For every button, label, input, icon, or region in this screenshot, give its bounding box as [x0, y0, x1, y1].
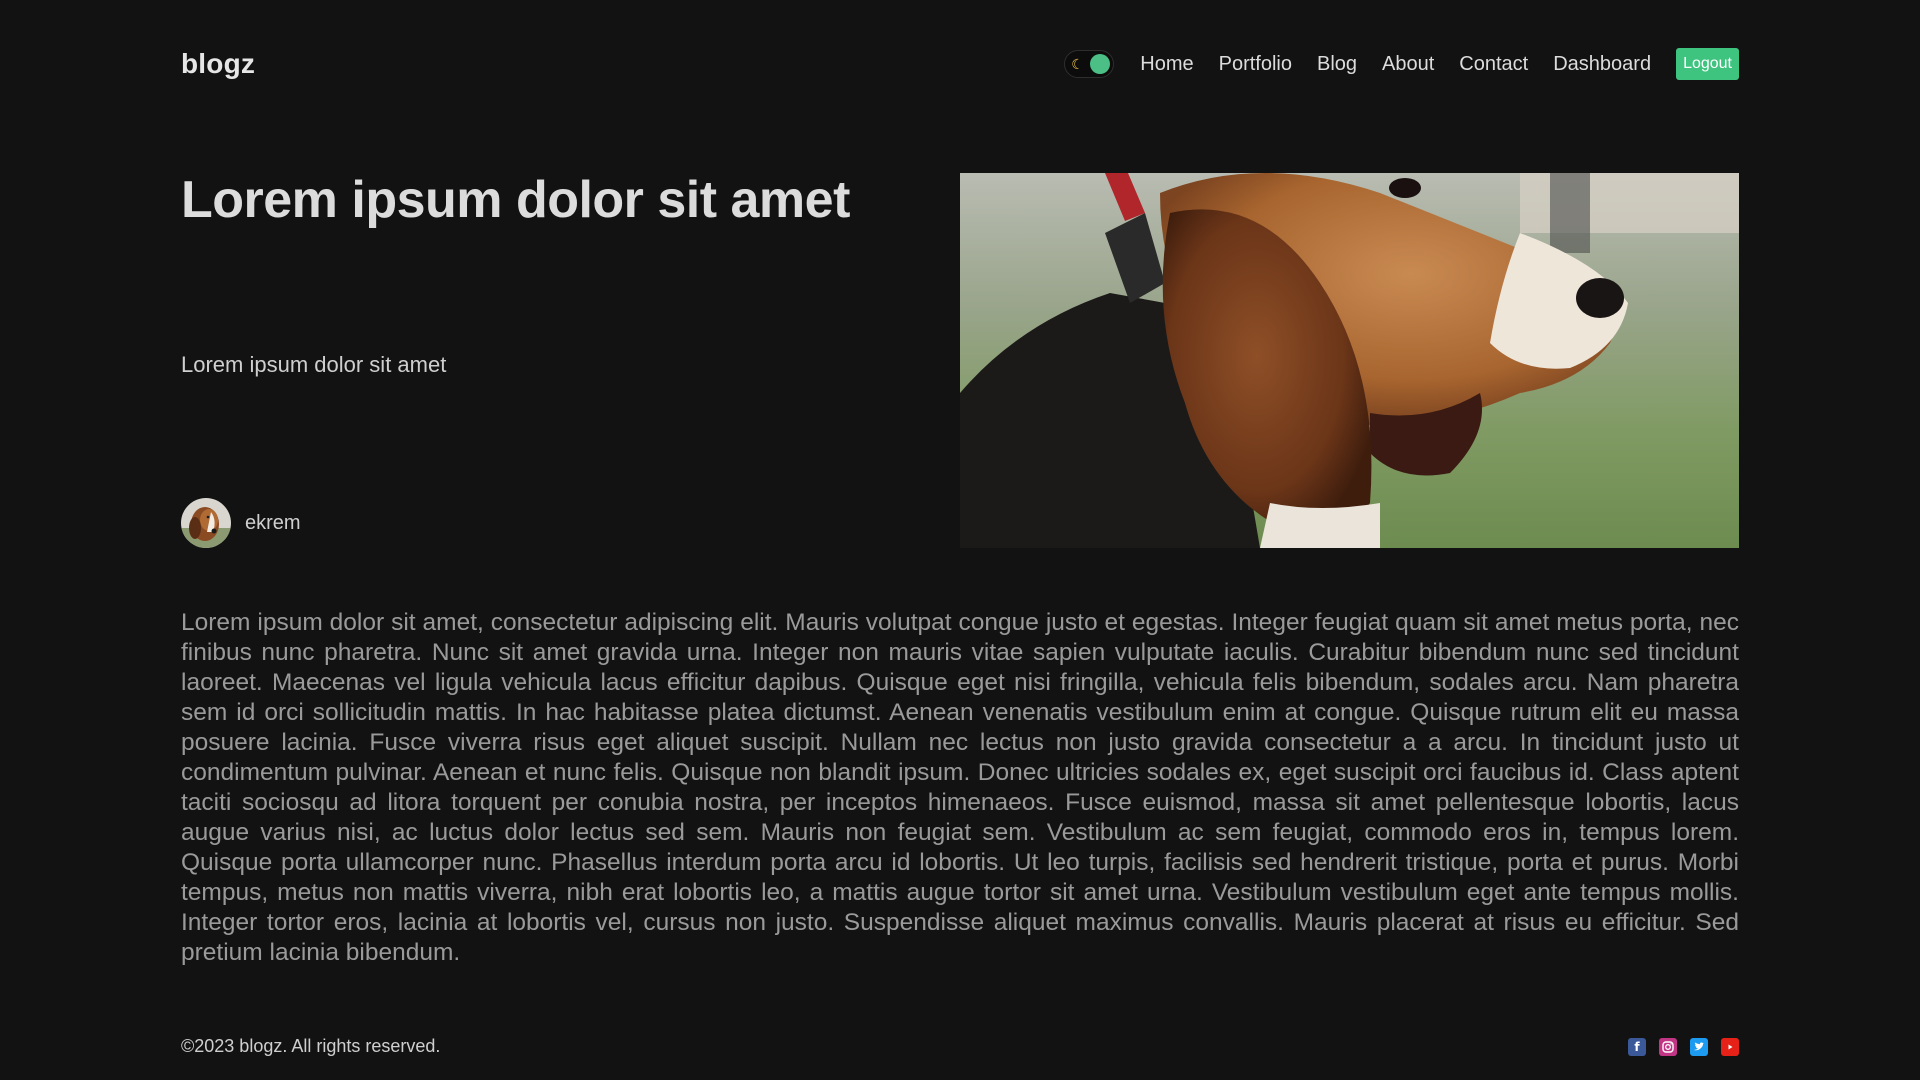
nav-dashboard[interactable]: Dashboard [1553, 53, 1651, 76]
post-hero-image [960, 173, 1739, 548]
moon-icon: ☾ [1071, 56, 1084, 72]
nav-about[interactable]: About [1382, 53, 1434, 76]
site-logo[interactable]: blogz [181, 48, 255, 80]
theme-toggle[interactable]: ☾ [1064, 50, 1115, 78]
main-nav: ☾ Home Portfolio Blog About Contact Dash… [1064, 48, 1739, 80]
social-links: f [1615, 1037, 1739, 1056]
post-body: Lorem ipsum dolor sit amet, consectetur … [181, 609, 1739, 966]
author-name[interactable]: ekrem [245, 512, 301, 535]
toggle-knob [1090, 54, 1111, 74]
post-title: Lorem ipsum dolor sit amet [181, 171, 850, 229]
site-header: blogz ☾ Home Portfolio Blog About Contac… [181, 44, 1739, 84]
youtube-icon[interactable] [1721, 1037, 1739, 1056]
nav-blog[interactable]: Blog [1317, 53, 1357, 76]
facebook-icon[interactable]: f [1628, 1037, 1646, 1056]
author-avatar [181, 498, 231, 548]
twitter-icon[interactable] [1690, 1037, 1708, 1056]
copyright-text: ©2023 blogz. All rights reserved. [181, 1036, 441, 1056]
nav-home[interactable]: Home [1140, 53, 1193, 76]
site-footer: ©2023 blogz. All rights reserved. f [181, 1036, 1739, 1057]
nav-portfolio[interactable]: Portfolio [1219, 53, 1292, 76]
post-author: ekrem [181, 498, 301, 548]
post-subtitle: Lorem ipsum dolor sit amet [181, 352, 447, 377]
nav-contact[interactable]: Contact [1459, 53, 1528, 76]
instagram-icon[interactable] [1659, 1037, 1677, 1056]
logout-button[interactable]: Logout [1676, 48, 1739, 80]
blog-post-page: blogz ☾ Home Portfolio Blog About Contac… [0, 0, 1920, 1080]
